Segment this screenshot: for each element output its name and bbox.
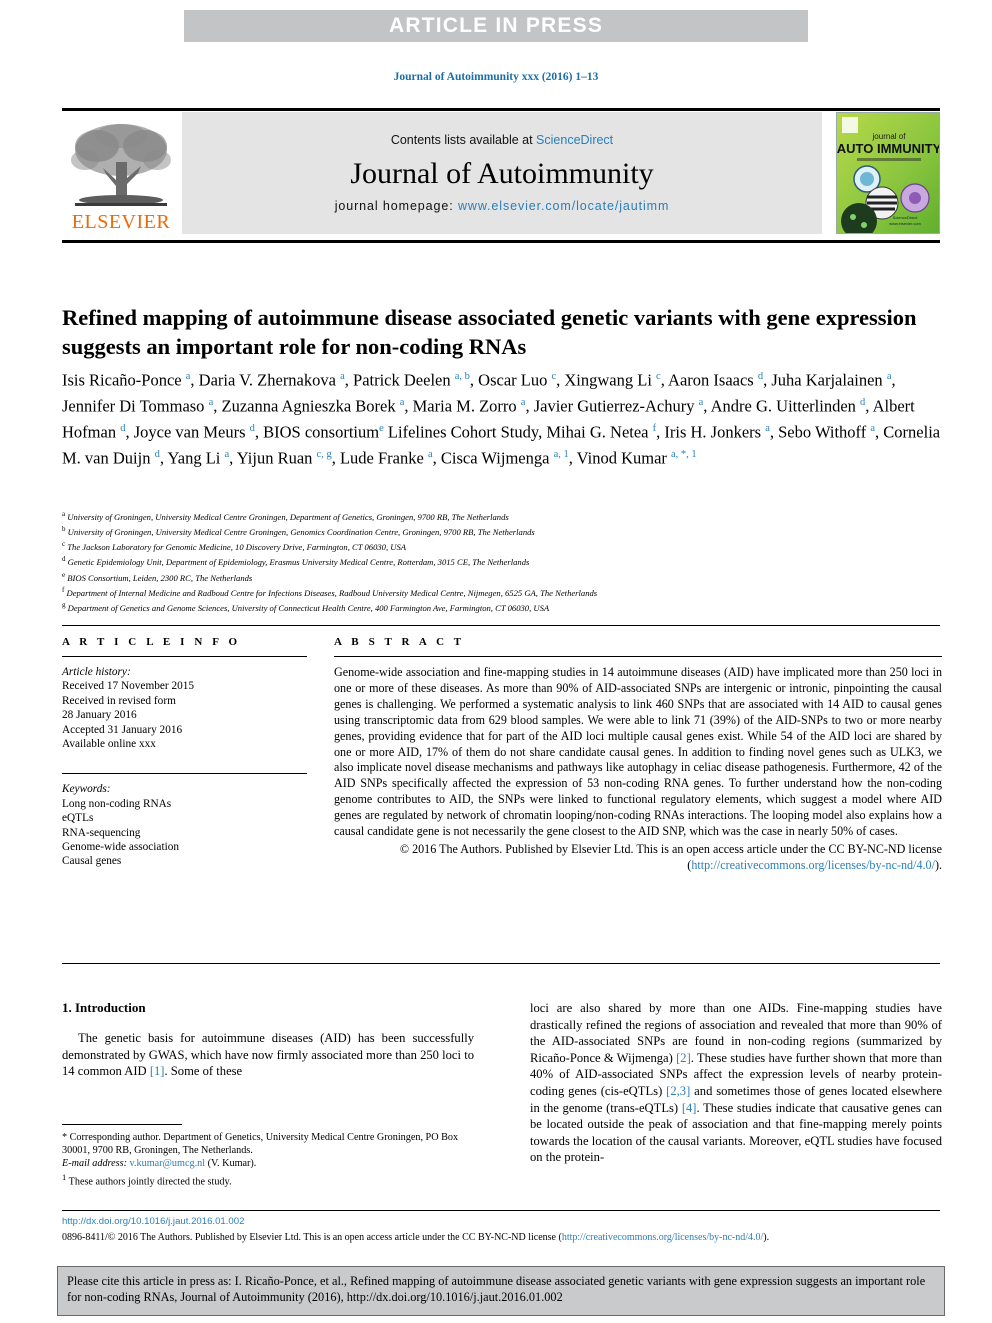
abstract-heading: A B S T R A C T xyxy=(334,636,465,648)
doi-link-footer[interactable]: http://dx.doi.org/10.1016/j.jaut.2016.01… xyxy=(62,1216,244,1227)
abstract-rule xyxy=(334,656,942,657)
masthead-bottom-rule xyxy=(62,240,940,243)
abstract-column: A B S T R A C T Genome-wide association … xyxy=(334,636,942,874)
joint-direction-note: 1 These authors jointly directed the stu… xyxy=(62,1171,474,1189)
introduction-heading: 1. Introduction xyxy=(62,1000,146,1015)
body-column-left: 1. Introduction The genetic basis for au… xyxy=(62,1000,474,1080)
introduction-paragraph-right: loci are also shared by more than one AI… xyxy=(530,1000,942,1166)
copyright-suffix: ). xyxy=(934,857,942,872)
keyword-item: RNA-sequencing xyxy=(62,826,141,839)
affiliation-item: a University of Groningen, University Me… xyxy=(62,510,509,522)
keyword-item: Causal genes xyxy=(62,855,122,868)
affiliation-item: d Genetic Epidemiology Unit, Department … xyxy=(62,555,530,568)
affiliation-item: e BIOS Consortium, Leiden, 2300 RC, The … xyxy=(62,570,253,583)
keyword-item: Long non-coding RNAs xyxy=(62,797,172,810)
introduction-paragraph-left: The genetic basis for autoimmune disease… xyxy=(62,1030,474,1080)
journal-cover-art: journal of AUTO IMMUNITY ScienceDirect w… xyxy=(837,113,940,233)
affiliation-item: b University of Groningen, University Me… xyxy=(62,525,535,538)
affiliation-item: g Department of Genetics and Genome Scie… xyxy=(62,600,550,613)
keyword-item: eQTLs xyxy=(62,812,94,825)
body-column-right: loci are also shared by more than one AI… xyxy=(530,1000,942,1166)
affiliation-item: c The Jackson Laboratory for Genomic Med… xyxy=(62,540,407,553)
citation-ref[interactable]: [2] xyxy=(676,1051,691,1065)
elsevier-logo: ELSEVIER xyxy=(62,112,180,234)
citation-ref[interactable]: [2,3] xyxy=(666,1084,690,1098)
intro-text-2: . Some of these xyxy=(164,1064,243,1079)
svg-text:journal of: journal of xyxy=(872,132,907,141)
article-history: Article history: Received 17 November 20… xyxy=(62,665,307,751)
abstract-copyright: © 2016 The Authors. Published by Elsevie… xyxy=(334,842,942,874)
email-suffix: (V. Kumar). xyxy=(205,1158,257,1170)
footer-license-line: 0896-8411/© 2016 The Authors. Published … xyxy=(62,1232,947,1243)
footnotes-block: * Corresponding author. Department of Ge… xyxy=(62,1124,474,1188)
affiliation-marker: b xyxy=(62,525,66,534)
svg-text:AUTO IMMUNITY: AUTO IMMUNITY xyxy=(837,141,940,156)
corresponding-email-link[interactable]: v.kumar@umcg.nl xyxy=(130,1158,206,1169)
article-history-label: Article history: xyxy=(62,666,131,678)
journal-homepage-line: journal homepage: www.elsevier.com/locat… xyxy=(335,199,670,213)
page-title: Refined mapping of autoimmune disease as… xyxy=(62,305,917,360)
cc-license-link[interactable]: http://creativecommons.org/licenses/by-n… xyxy=(691,858,935,872)
sciencedirect-link[interactable]: ScienceDirect xyxy=(536,133,613,147)
svg-text:www.elsevier.com: www.elsevier.com xyxy=(889,221,921,226)
journal-homepage-link[interactable]: www.elsevier.com/locate/jautimm xyxy=(458,199,669,213)
history-item: Received in revised form xyxy=(62,694,176,707)
keyword-item: Genome-wide association xyxy=(62,841,180,854)
affiliation-marker: f xyxy=(62,585,65,594)
history-item: Available online xxx xyxy=(62,738,156,751)
footer-top-rule xyxy=(62,1210,940,1211)
contents-prefix: Contents lists available at xyxy=(390,133,537,147)
email-label: E-mail address: xyxy=(62,1158,127,1170)
history-item: Received 17 November 2015 xyxy=(62,680,195,693)
journal-cover-thumbnail: journal of AUTO IMMUNITY ScienceDirect w… xyxy=(836,112,940,234)
intro-text-1: The genetic basis for autoimmune disease… xyxy=(62,1031,474,1079)
journal-title: Journal of Autoimmunity xyxy=(350,157,654,190)
affiliation-marker: c xyxy=(62,540,66,549)
abstract-bottom-rule xyxy=(62,963,940,964)
footnote-text-1: These authors jointly directed the study… xyxy=(68,1176,232,1187)
corresponding-author-note: * Corresponding author. Department of Ge… xyxy=(62,1132,459,1157)
affiliation-marker: a xyxy=(62,510,66,518)
keywords-label: Keywords: xyxy=(62,783,111,796)
citation-ref[interactable]: [4] xyxy=(682,1101,697,1115)
author-list: Isis Ricaño-Ponce a, Daria V. Zhernakova… xyxy=(62,370,941,468)
article-info-column: A R T I C L E I N F O Article history: R… xyxy=(62,636,307,869)
license-prefix: 0896-8411/© 2016 The Authors. Published … xyxy=(62,1232,562,1243)
masthead-center-panel: Contents lists available at ScienceDirec… xyxy=(182,112,822,234)
affiliation-list: a University of Groningen, University Me… xyxy=(62,508,942,614)
article-info-rule xyxy=(62,656,307,657)
article-in-press-label: ARTICLE IN PRESS xyxy=(388,14,604,37)
cite-this-article-box: Please cite this article in press as: I.… xyxy=(57,1266,945,1316)
homepage-prefix: journal homepage: xyxy=(334,199,458,213)
article-info-heading: A R T I C L E I N F O xyxy=(62,636,241,648)
affiliation-marker: d xyxy=(62,555,66,564)
footnote-marker-1: 1 xyxy=(62,1171,67,1182)
abstract-text: Genome-wide association and fine-mapping… xyxy=(334,665,942,839)
affiliation-marker: e xyxy=(62,570,66,579)
journal-masthead: ELSEVIER Contents lists available at Sci… xyxy=(62,112,940,234)
keywords-block: Keywords: Long non-coding RNAs eQTLs RNA… xyxy=(62,773,307,868)
license-suffix: ). xyxy=(763,1232,770,1243)
svg-text:ScienceDirect: ScienceDirect xyxy=(893,215,919,220)
affiliation-marker: g xyxy=(62,600,66,609)
history-item: Accepted 31 January 2016 xyxy=(62,723,183,736)
footnote-separator xyxy=(62,1124,182,1125)
citation-ref-1[interactable]: [1] xyxy=(150,1064,165,1078)
email-note: E-mail address: v.kumar@umcg.nl (V. Kuma… xyxy=(62,1157,474,1170)
contents-available-line: Contents lists available at ScienceDirec… xyxy=(391,133,613,147)
article-in-press-banner: ARTICLE IN PRESS xyxy=(184,10,808,42)
running-head: Journal of Autoimmunity xxx (2016) 1–13 xyxy=(393,71,599,83)
affiliation-item: f Department of Internal Medicine and Ra… xyxy=(62,585,598,598)
info-section-top-rule xyxy=(62,625,940,626)
elsevier-tree-icon xyxy=(71,124,171,206)
masthead-top-rule xyxy=(62,108,940,111)
footer-cc-link[interactable]: http://creativecommons.org/licenses/by-n… xyxy=(562,1232,763,1243)
history-item: 28 January 2016 xyxy=(62,709,137,722)
elsevier-wordmark: ELSEVIER xyxy=(71,211,171,233)
